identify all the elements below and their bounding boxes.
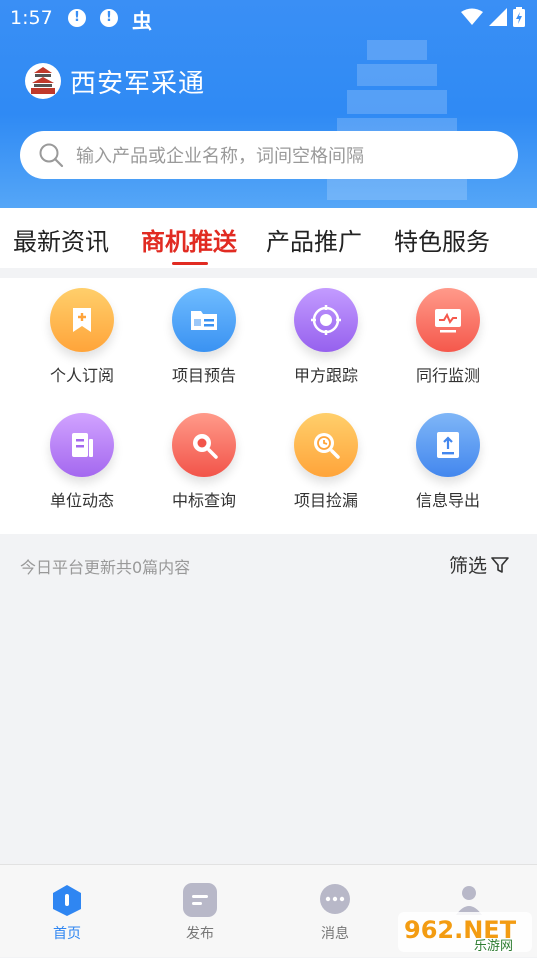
search-bar[interactable]: 输入产品或企业名称，词间空格间隔	[20, 131, 518, 179]
feature-unit-news[interactable]: 单位动态	[22, 413, 142, 511]
feature-grid: 个人订阅 项目预告 甲方跟踪 同行监测 单位动态 中标查询 项目捡漏 信息导出	[0, 278, 537, 534]
monitor-icon	[416, 288, 480, 352]
app-logo-icon	[25, 63, 61, 99]
tab-latest-news[interactable]: 最新资讯	[13, 222, 109, 257]
feature-label: 项目捡漏	[293, 491, 358, 510]
nav-label: 消息	[321, 926, 349, 942]
feature-peer-monitoring[interactable]: 同行监测	[388, 288, 508, 386]
document-icon	[50, 413, 114, 477]
home-icon	[50, 883, 84, 917]
export-icon	[416, 413, 480, 477]
bug-icon: 虫	[132, 9, 152, 33]
header-banner: 1:57 ! ! 虫 西安军采通 输入产品或企业名称，词间空格间隔	[0, 0, 537, 208]
search-icon	[172, 413, 236, 477]
nav-publish[interactable]: 发布	[165, 883, 235, 943]
feature-bid-search[interactable]: 中标查询	[144, 413, 264, 511]
app-brand: 西安军采通	[24, 62, 205, 100]
battery-icon	[513, 7, 525, 27]
search-placeholder: 输入产品或企业名称，词间空格间隔	[76, 146, 364, 167]
feature-label: 项目预告	[171, 366, 236, 385]
category-tabs: 最新资讯 商机推送 产品推广 特色服务	[0, 208, 537, 268]
cellular-signal-icon	[489, 8, 507, 26]
feature-info-export[interactable]: 信息导出	[388, 413, 508, 511]
wifi-icon	[461, 8, 483, 25]
nav-home[interactable]: 首页	[32, 883, 102, 943]
app-title: 西安军采通	[70, 68, 206, 99]
feature-label: 甲方跟踪	[293, 366, 358, 385]
feature-project-pickup[interactable]: 项目捡漏	[266, 413, 386, 511]
notification-icon-2: !	[100, 9, 118, 27]
status-bar: 1:57 ! ! 虫	[0, 0, 537, 36]
target-icon	[294, 288, 358, 352]
feature-label: 同行监测	[415, 366, 480, 385]
status-time: 1:57	[10, 7, 53, 29]
nav-label: 发布	[186, 926, 214, 942]
message-icon	[318, 883, 352, 917]
bookmark-plus-icon	[50, 288, 114, 352]
magnifier-clock-icon	[294, 413, 358, 477]
publish-icon	[183, 883, 217, 917]
tab-product-promotion[interactable]: 产品推广	[266, 222, 362, 257]
feature-label: 单位动态	[49, 491, 114, 510]
tab-special-services[interactable]: 特色服务	[394, 222, 490, 257]
search-icon	[39, 143, 64, 168]
notification-icon: !	[68, 9, 86, 27]
filter-label: 筛选	[448, 555, 487, 577]
filter-button[interactable]: 筛选	[449, 551, 509, 578]
update-count-text: 今日平台更新共0篇内容	[20, 558, 191, 577]
feature-label: 信息导出	[415, 491, 480, 510]
watermark-subtext: 乐游网	[474, 939, 513, 954]
filter-icon	[491, 556, 509, 573]
feature-project-notice[interactable]: 项目预告	[144, 288, 264, 386]
feature-client-tracking[interactable]: 甲方跟踪	[266, 288, 386, 386]
watermark-logo: 962.NET 乐游网	[398, 906, 534, 954]
feature-label: 个人订阅	[49, 366, 114, 385]
nav-messages[interactable]: 消息	[300, 883, 370, 943]
folder-notice-icon	[172, 288, 236, 352]
feature-personal-subscription[interactable]: 个人订阅	[22, 288, 142, 386]
tab-business-push[interactable]: 商机推送	[141, 222, 237, 257]
active-tab-indicator	[172, 262, 208, 265]
feature-label: 中标查询	[171, 491, 236, 510]
nav-label: 首页	[53, 926, 81, 942]
content-area: 今日平台更新共0篇内容 筛选	[0, 534, 537, 864]
